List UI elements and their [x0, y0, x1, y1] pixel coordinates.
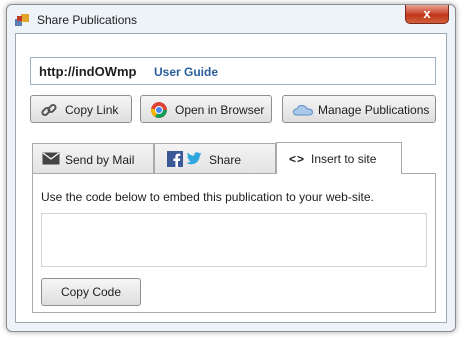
envelope-icon	[42, 152, 60, 165]
open-in-browser-button[interactable]: Open in Browser	[140, 95, 272, 123]
open-in-browser-label: Open in Browser	[175, 103, 265, 117]
tab-send-by-mail-label: Send by Mail	[65, 153, 135, 167]
close-button[interactable]: x	[405, 5, 449, 24]
twitter-bird-icon	[186, 152, 202, 165]
copy-link-label: Copy Link	[65, 103, 119, 117]
manage-publications-label: Manage Publications	[318, 103, 430, 117]
manage-publications-button[interactable]: Manage Publications	[282, 95, 436, 123]
copy-link-button[interactable]: Copy Link	[30, 95, 132, 123]
client-area: http://indOWmp User Guide Copy Link Open…	[15, 33, 447, 323]
code-brackets-icon: <>	[289, 152, 306, 166]
embed-description: Use the code below to embed this publica…	[41, 190, 374, 204]
tab-send-by-mail[interactable]: Send by Mail	[32, 143, 154, 174]
insert-to-site-panel: Use the code below to embed this publica…	[32, 173, 436, 313]
cloud-icon	[292, 104, 314, 116]
copy-code-button[interactable]: Copy Code	[41, 278, 141, 306]
tab-share-label: Share	[209, 153, 242, 167]
chain-link-icon	[41, 103, 57, 117]
tab-insert-to-site[interactable]: <> Insert to site	[276, 142, 402, 174]
facebook-icon	[167, 151, 183, 167]
chrome-browser-icon	[150, 102, 167, 118]
publication-url-field[interactable]: http://indOWmp User Guide	[30, 57, 436, 85]
window-title: Share Publications	[37, 13, 138, 27]
embed-code-textarea[interactable]	[41, 213, 427, 267]
publication-url-value: http://indOWmp	[39, 64, 137, 79]
tab-share[interactable]: Share	[154, 143, 276, 174]
title-bar[interactable]: Share Publications x	[7, 5, 455, 33]
share-publications-app-icon	[15, 14, 29, 26]
tab-insert-to-site-label: Insert to site	[311, 152, 377, 166]
share-publications-window: Share Publications x http://indOWmp User…	[6, 4, 456, 332]
user-guide-link[interactable]: User Guide	[154, 65, 218, 79]
